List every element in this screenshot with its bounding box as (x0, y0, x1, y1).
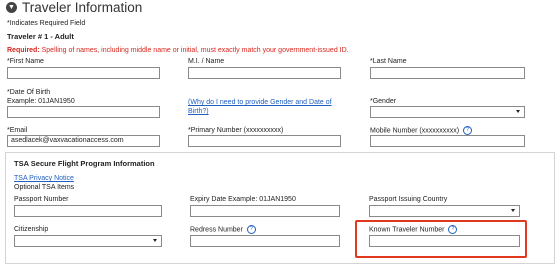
middle-name-label: M.I. / Name (188, 58, 225, 65)
first-name-label: *First Name (7, 58, 44, 65)
known-traveler-highlight (355, 220, 527, 258)
expiry-date-input[interactable] (190, 205, 340, 217)
citizenship-select[interactable] (14, 235, 162, 247)
mobile-number-hint: (xxxxxxxxxx) (419, 127, 460, 135)
notice-label: Required: (7, 47, 40, 54)
mobile-number-label: Mobile Number (xxxxxxxxxx) ? (370, 126, 473, 135)
dob-example: Example: 01JAN1950 (7, 98, 75, 105)
caret-down-icon (511, 209, 515, 212)
redress-number-label: Redress Number ? (190, 225, 256, 234)
dob-input[interactable] (7, 106, 160, 118)
tsa-privacy-link[interactable]: TSA Privacy Notice (14, 174, 74, 183)
last-name-input[interactable] (370, 67, 525, 79)
expiry-date-label: Expiry Date Example: 01JAN1950 (190, 196, 296, 203)
issuing-country-select[interactable] (369, 205, 520, 217)
chevron-down-circle-icon[interactable]: ▼ (6, 2, 17, 13)
primary-number-label: *Primary Number (xxxxxxxxxx) (188, 126, 283, 135)
primary-number-input[interactable] (188, 135, 341, 147)
last-name-label: *Last Name (370, 58, 407, 65)
primary-number-label-text: *Primary Number (188, 127, 242, 134)
why-gender-dob-link[interactable]: (Why do I need to provide Gender and Dat… (188, 98, 348, 116)
mobile-number-label-text: Mobile Number (370, 127, 418, 135)
gender-label: *Gender (370, 98, 397, 105)
question-circle-icon[interactable]: ? (246, 225, 256, 234)
caret-down-icon (516, 110, 520, 113)
tsa-title: TSA Secure Flight Program Information (14, 159, 155, 168)
notice-text: Spelling of names, including middle name… (41, 47, 349, 54)
caret-down-icon (153, 239, 157, 242)
question-circle-icon[interactable]: ? (463, 126, 473, 135)
redress-number-label-text: Redress Number (190, 226, 243, 234)
passport-number-label: Passport Number (14, 196, 69, 203)
first-name-input[interactable] (7, 67, 160, 79)
email-input[interactable]: asedlacek@vaxvacationaccess.com (7, 135, 160, 147)
primary-number-hint: (xxxxxxxxxx) (243, 127, 284, 134)
passport-number-input[interactable] (14, 205, 162, 217)
optional-tsa-items: Optional TSA Items (14, 184, 75, 191)
mobile-number-input[interactable] (370, 135, 525, 147)
traveler-heading: Traveler # 1 - Adult (7, 32, 74, 41)
gender-select[interactable] (370, 106, 525, 118)
name-matching-notice: Required: Spelling of names, including m… (7, 46, 349, 55)
email-label: *Email (7, 127, 28, 134)
section-title: Traveler Information (22, 0, 143, 15)
required-field-note: *Indicates Required Field (7, 20, 86, 27)
citizenship-label: Citizenship (14, 226, 49, 233)
dob-label: *Date Of Birth (7, 89, 51, 96)
issuing-country-label: Passport Issuing Country (369, 196, 448, 203)
redress-number-input[interactable] (190, 235, 340, 247)
middle-name-input[interactable] (188, 67, 341, 79)
